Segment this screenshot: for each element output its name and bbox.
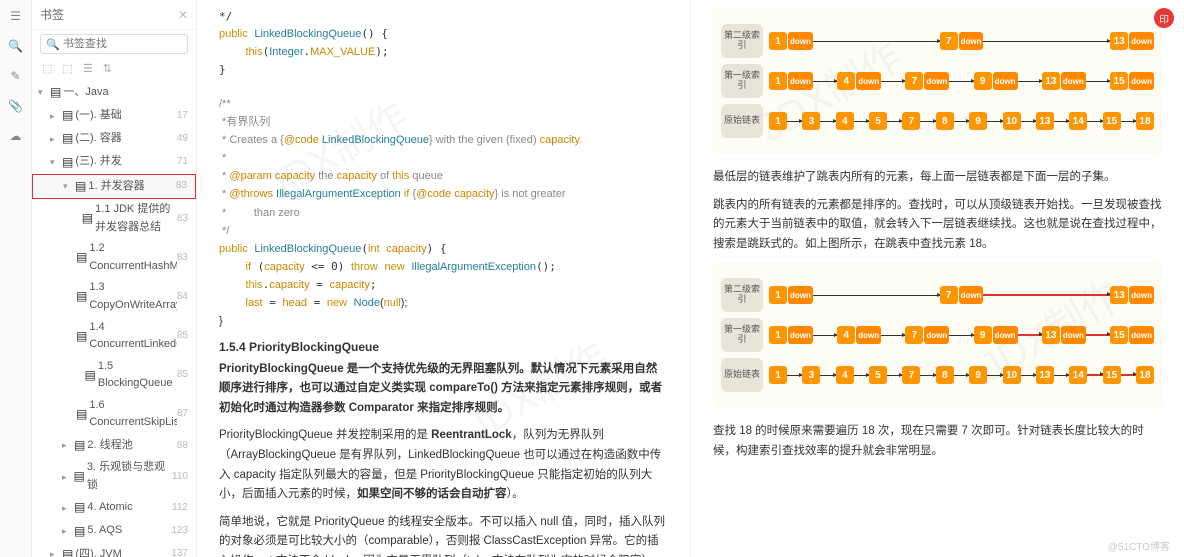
tool-collapse-icon[interactable]: ⬚	[62, 62, 72, 75]
para: PriorityBlockingQueue 是一个支持优先级的无界阻塞队列。默认…	[219, 360, 668, 419]
tree-node[interactable]: ▸▤ 4. Atomic112	[32, 496, 196, 519]
bookmarks-sidebar: 书签 ✕ 🔍 ⬚ ⬚ ☰ ⇅ ▾▤ 一、Java▸▤ (一). 基础17▸▤ (…	[32, 0, 197, 557]
tree-node[interactable]: ▤ 1.5 BlockingQueue85	[32, 356, 196, 395]
tree-node[interactable]: ▾▤ (三). 并发71	[32, 151, 196, 174]
tree-node[interactable]: ▤ 1.6 ConcurrentSkipListMap87	[32, 395, 196, 434]
tree-node[interactable]: ▸▤ 5. AQS123	[32, 520, 196, 543]
attach-icon[interactable]: 📎	[8, 98, 24, 114]
page-right[interactable]: 印 JDX制作 JDX制作 第二级索引1down7down13down第一级索引…	[691, 0, 1184, 557]
para: 查找 18 的时候原来需要遍历 18 次，现在只需要 7 次即可。针对链表长度比…	[713, 422, 1162, 461]
para: 简单地说，它就是 PriorityQueue 的线程安全版本。不可以插入 nul…	[219, 513, 668, 557]
sidebar-header: 书签 ✕	[32, 0, 196, 30]
tool-add-icon[interactable]: ☰	[83, 62, 93, 75]
tool-sort-icon[interactable]: ⇅	[103, 62, 112, 75]
page-left[interactable]: JDX制作 JDX制作 */ public LinkedBlockingQueu…	[197, 0, 691, 557]
search-rail-icon[interactable]: 🔍	[8, 38, 24, 54]
cloud-icon[interactable]: ☁	[8, 128, 24, 144]
code-block: */ public LinkedBlockingQueue() { this(I…	[219, 8, 668, 330]
tree-node[interactable]: ▾▤ 一、Java	[32, 81, 196, 104]
tree-node[interactable]: ▤ 1.3 CopyOnWriteArrayList84	[32, 277, 196, 316]
tree-node[interactable]: ▸▤ (一). 基础17	[32, 104, 196, 127]
tree-node[interactable]: ▤ 1.2 ConcurrentHashMap83	[32, 238, 196, 277]
tree-node[interactable]: ▸▤ 2. 线程池88	[32, 434, 196, 457]
tree-node[interactable]: ▸▤ 3. 乐观锁与悲观锁110	[32, 457, 196, 496]
close-icon[interactable]: ✕	[178, 8, 188, 22]
sidebar-search: 🔍	[32, 30, 196, 58]
search-icon: 🔍	[46, 38, 60, 51]
sidebar-title: 书签	[40, 6, 64, 23]
heading-154: 1.5.4 PriorityBlockingQueue	[219, 340, 668, 354]
search-input[interactable]	[40, 34, 188, 54]
icon-rail: ☰ 🔍 ✎ 📎 ☁	[0, 0, 32, 557]
tree-node[interactable]: ▤ 1.1 JDK 提供的并发容器总结83	[32, 199, 196, 238]
bookmark-icon[interactable]: ☰	[8, 8, 24, 24]
note-icon[interactable]: ✎	[8, 68, 24, 84]
tool-expand-icon[interactable]: ⬚	[42, 62, 52, 75]
page-watermark: @51CTO博客	[1108, 538, 1170, 553]
skiplist-diagram-2: 第二级索引1down7down13down第一级索引1down4down7dow…	[713, 262, 1162, 408]
tree-node[interactable]: ▾▤ 1. 并发容器83	[32, 174, 196, 199]
para: 最低层的链表维护了跳表内所有的元素，每上面一层链表都是下面一层的子集。	[713, 168, 1162, 188]
sidebar-toolbar: ⬚ ⬚ ☰ ⇅	[32, 58, 196, 81]
stamp-badge: 印	[1154, 8, 1174, 28]
tree-node[interactable]: ▸▤ (四). JVM137	[32, 543, 196, 557]
tree-node[interactable]: ▤ 1.4 ConcurrentLinkedQueue85	[32, 317, 196, 356]
para: PriorityBlockingQueue 并发控制采用的是 Reentrant…	[219, 426, 668, 504]
para: 跳表内的所有链表的元素都是排序的。查找时，可以从顶级链表开始找。一旦发现被查找的…	[713, 196, 1162, 255]
main-content: JDX制作 JDX制作 */ public LinkedBlockingQueu…	[197, 0, 1184, 557]
skiplist-diagram-1: 第二级索引1down7down13down第一级索引1down4down7dow…	[713, 8, 1162, 154]
tree-node[interactable]: ▸▤ (二). 容器49	[32, 127, 196, 150]
bookmark-tree[interactable]: ▾▤ 一、Java▸▤ (一). 基础17▸▤ (二). 容器49▾▤ (三).…	[32, 81, 196, 557]
